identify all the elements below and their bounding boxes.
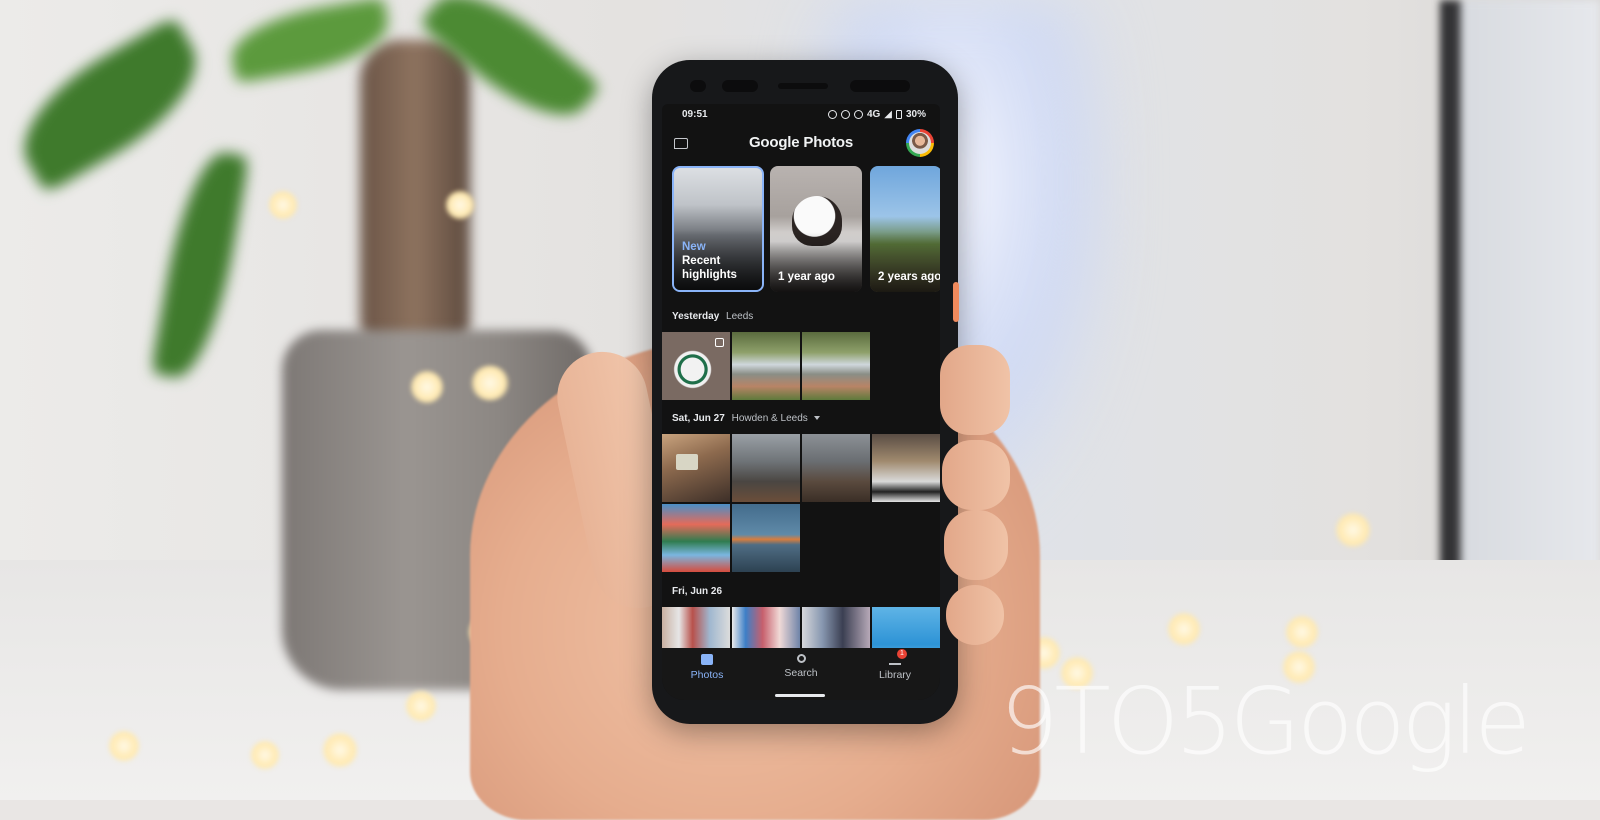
sensor — [722, 80, 758, 92]
bokeh-light — [1335, 512, 1371, 548]
nav-label: Photos — [690, 669, 724, 681]
bokeh-light — [405, 690, 437, 722]
memory-label: Recent highlights — [682, 255, 737, 281]
watermark: 9TO5Google — [1000, 668, 1531, 775]
library-icon: 1 — [889, 649, 907, 665]
section-date: Fri, Jun 26 — [672, 586, 723, 597]
photo-grid — [662, 434, 940, 572]
date-header-sat-jun-27[interactable]: Sat, Jun 27 Howden & Leeds — [672, 413, 820, 424]
network-type: 4G — [866, 109, 881, 120]
power-button — [953, 282, 959, 322]
section-location: Leeds — [726, 311, 754, 322]
chevron-down-icon[interactable] — [813, 416, 820, 421]
memory-card-recent-highlights[interactable]: New Recent highlights — [672, 166, 764, 292]
sensor — [690, 80, 706, 92]
section-date: Sat, Jun 27 — [672, 413, 725, 424]
battery-icon — [895, 110, 902, 119]
bokeh-light — [108, 730, 140, 762]
photo-thumbnail[interactable] — [732, 434, 800, 502]
nav-label: Search — [784, 667, 818, 679]
bokeh-light — [410, 370, 444, 404]
bottom-navigation: Photos Search 1 Library — [662, 648, 940, 700]
alarm-icon — [827, 110, 837, 119]
section-location: Howden & Leeds — [731, 413, 808, 424]
new-badge: New — [682, 241, 706, 253]
finger — [944, 510, 1008, 580]
phone-screen: 09:51 4G ◢ 30% Google Photos New Recent … — [662, 104, 940, 700]
photo-thumbnail[interactable] — [802, 332, 870, 400]
bokeh-light — [1167, 612, 1201, 646]
plant-leaf — [0, 16, 220, 194]
photo-thumbnail[interactable] — [872, 434, 940, 502]
status-icons: 4G ◢ 30% — [827, 109, 926, 120]
plant-leaf — [150, 146, 250, 384]
memory-caption: New Recent highlights — [682, 240, 752, 282]
bokeh-light — [250, 740, 280, 770]
memory-label: 1 year ago — [778, 271, 835, 283]
photos-icon — [701, 654, 713, 665]
nav-search[interactable]: Search — [766, 654, 836, 679]
bokeh-light — [268, 190, 298, 220]
photo-grid — [662, 332, 940, 400]
status-bar: 09:51 4G ◢ 30% — [662, 104, 940, 126]
memory-card-1-year-ago[interactable]: 1 year ago — [770, 166, 862, 292]
app-bar: Google Photos — [662, 128, 940, 160]
phone-sensors — [690, 74, 910, 98]
mute-icon — [840, 110, 850, 119]
photo-thumbnail[interactable] — [732, 504, 800, 572]
photo-thumbnail[interactable] — [802, 434, 870, 502]
gesture-home-bar[interactable] — [775, 694, 825, 697]
section-date: Yesterday — [672, 311, 720, 322]
search-icon — [796, 654, 806, 663]
finger — [946, 585, 1004, 645]
finger — [940, 345, 1010, 435]
bokeh-light — [1285, 615, 1319, 649]
earpiece-speaker — [778, 83, 828, 89]
date-header-fri-jun-26: Fri, Jun 26 — [672, 586, 722, 597]
memory-label: 2 years ago — [878, 271, 940, 283]
nav-library[interactable]: 1 Library — [860, 649, 930, 681]
nav-photos[interactable]: Photos — [672, 654, 742, 681]
finger — [942, 440, 1010, 510]
photo-thumbnail[interactable] — [732, 332, 800, 400]
app-title: Google Photos — [748, 134, 854, 151]
memories-carousel[interactable]: New Recent highlights 1 year ago 2 years… — [672, 166, 940, 294]
photo-thumbnail[interactable] — [662, 434, 730, 502]
dnd-icon — [853, 110, 863, 119]
signal-icon: ◢ — [884, 109, 892, 120]
bokeh-light — [322, 732, 358, 768]
sensor — [850, 80, 910, 92]
photo-thumbnail[interactable] — [662, 504, 730, 572]
bokeh-light — [445, 190, 475, 220]
date-header-yesterday: Yesterday Leeds — [672, 311, 753, 322]
nav-label: Library — [878, 669, 912, 681]
notification-badge: 1 — [897, 649, 907, 659]
battery-percent: 30% — [905, 109, 926, 120]
memory-card-2-years-ago[interactable]: 2 years ago — [870, 166, 940, 292]
bokeh-light — [470, 365, 510, 401]
photo-thumbnail[interactable] — [662, 332, 730, 400]
account-avatar[interactable] — [906, 129, 934, 157]
status-time: 09:51 — [682, 109, 708, 120]
